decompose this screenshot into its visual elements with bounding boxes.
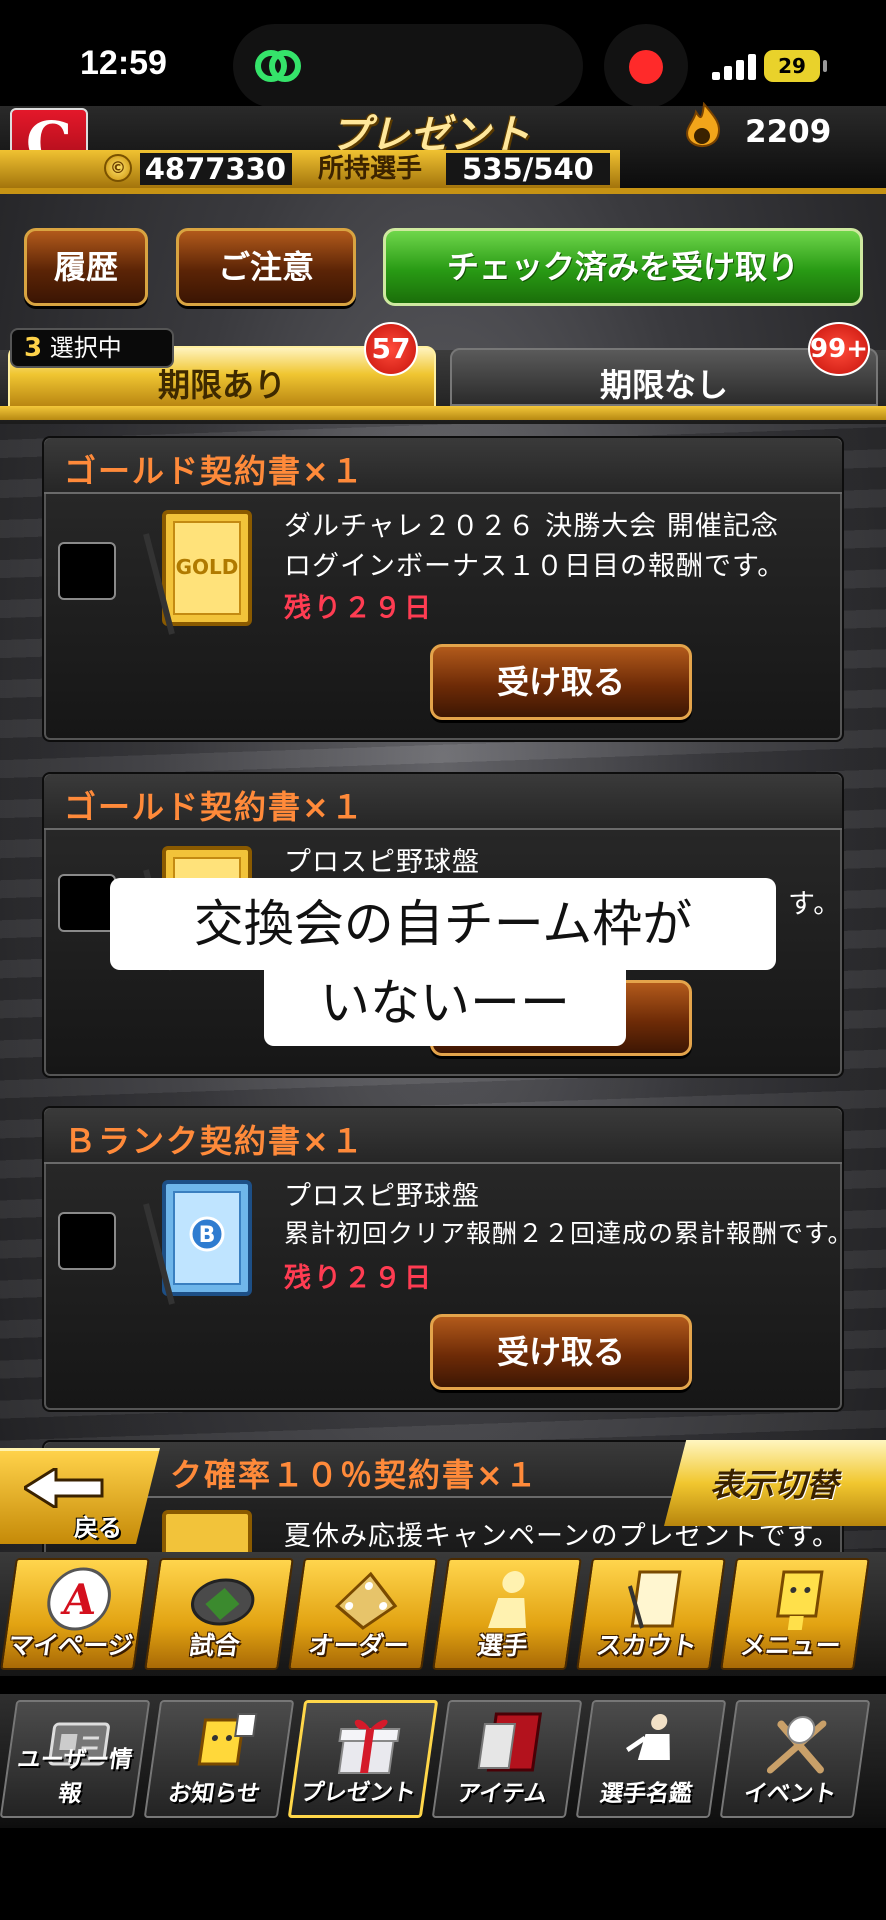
nav-items-label: アイテム — [455, 1781, 549, 1807]
back-arrow-icon — [24, 1468, 104, 1508]
present-card: ゴールド契約書×１ GOLD ダルチャレ２０２６ 決勝大会 開催記念 ログインボ… — [42, 436, 844, 742]
coin-icon: © — [104, 154, 132, 182]
nav-mypage-label: マイページ — [6, 1631, 135, 1660]
link-icon — [255, 50, 301, 82]
svg-text:GOLD: GOLD — [176, 555, 239, 579]
nav-players[interactable]: 選手 — [432, 1558, 582, 1670]
battery-icon: 29 — [764, 50, 827, 82]
pitcher-icon — [626, 1714, 670, 1760]
field-order-icon — [334, 1571, 398, 1630]
nav-event[interactable]: イベント — [719, 1700, 871, 1818]
nav-user-info-label: ユーザー情報 — [15, 1747, 134, 1807]
gift-box-icon — [337, 1719, 401, 1774]
history-button[interactable]: 履歴 — [24, 228, 148, 306]
nav-players-label: 選手 — [475, 1631, 530, 1660]
nav-present-label: プレゼント — [298, 1780, 418, 1806]
card-title: ゴールド契約書×１ — [64, 788, 365, 826]
item-checkbox[interactable] — [58, 542, 116, 600]
clock: 12:59 — [80, 44, 167, 82]
nav-present[interactable]: プレゼント — [287, 1700, 439, 1818]
item-checkbox[interactable] — [58, 874, 116, 932]
nav-player-directory-label: 選手名鑑 — [598, 1781, 694, 1807]
nav-game-label: 試合 — [187, 1631, 242, 1660]
nav-order-label: オーダー — [306, 1631, 411, 1660]
menu-mascot-icon — [776, 1570, 824, 1630]
item-remaining-days: 残り２９日 — [284, 593, 434, 624]
item-description-line1: ダルチャレ２０２６ 決勝大会 開催記念 — [284, 511, 779, 542]
card-title: ク確率１０％契約書×１ — [170, 1456, 539, 1494]
money-value: 4877330 — [140, 153, 292, 185]
notice-button[interactable]: ご注意 — [176, 228, 356, 306]
gold-contract-icon: GOLD — [143, 510, 252, 635]
nav-event-label: イベント — [742, 1781, 838, 1807]
item-checkbox[interactable] — [58, 1212, 116, 1270]
nav-mypage[interactable]: A マイページ — [0, 1558, 150, 1670]
nav-player-directory[interactable]: 選手名鑑 — [575, 1700, 727, 1818]
item-description-line2: ログインボーナス１０日目の報酬です。 — [284, 551, 786, 582]
present-screen: { "status_bar": {"time": "12:59", "batte… — [0, 0, 886, 1920]
nav-game[interactable]: 試合 — [144, 1558, 294, 1670]
item-remaining-days: 残り２９日 — [284, 1263, 434, 1294]
present-card: Ｂランク契約書×１ B プロスピ野球盤 累計初回クリア報酬２２回達成の累計報酬で… — [42, 1106, 853, 1412]
item-description-line1: プロスピ野球盤 — [284, 1181, 480, 1212]
nav-news-label: お知らせ — [166, 1781, 262, 1807]
item-description-line1: プロスピ野球盤 — [284, 847, 480, 878]
nav-scout-label: スカウト — [594, 1631, 699, 1660]
tab-underline — [0, 406, 886, 420]
signal-icon — [712, 54, 764, 80]
flame-gem-icon — [686, 102, 720, 147]
scout-card-icon — [627, 1570, 682, 1629]
bat-and-ball-icon — [766, 1716, 827, 1774]
nav-scout[interactable]: スカウト — [576, 1558, 726, 1670]
back-label: 戻る — [74, 1514, 122, 1542]
tab-with-limit-badge: 57 — [364, 322, 418, 376]
tab-no-limit-badge: 99+ — [808, 322, 870, 376]
toggle-view-button[interactable]: 表示切替 — [664, 1440, 886, 1526]
card-title-bar: Ｂランク契約書×１ — [44, 1108, 842, 1164]
card-title: Ｂランク契約書×１ — [64, 1122, 365, 1160]
caption-line1: 交換会の自チーム枠が — [110, 878, 776, 970]
selection-label: 選択中 — [49, 334, 122, 362]
nav-menu-label: メニュー — [738, 1631, 843, 1660]
stadium-icon — [191, 1578, 255, 1626]
home-indicator-area — [0, 1828, 886, 1920]
selection-count-tag: 3 選択中 — [10, 328, 174, 368]
receive-button[interactable]: 受け取る — [430, 1314, 692, 1390]
card-title: ゴールド契約書×１ — [64, 452, 365, 490]
news-mascot-icon — [197, 1713, 258, 1766]
selection-count: 3 — [24, 333, 43, 363]
b-rank-contract-icon: B — [143, 1180, 252, 1305]
receive-checked-button[interactable]: チェック済みを受け取り — [383, 228, 863, 306]
tab-no-limit-label: 期限なし — [599, 366, 728, 404]
toggle-view-label: 表示切替 — [710, 1466, 839, 1504]
item-description-line2: 累計初回クリア報酬２２回達成の累計報酬です。 — [284, 1219, 854, 1248]
svg-text:B: B — [199, 1223, 216, 1248]
nav-menu[interactable]: メニュー — [720, 1558, 870, 1670]
item-description-line2: す。 — [788, 889, 842, 920]
players-count: 535/540 — [446, 153, 610, 185]
card-title-bar: ゴールド契約書×１ — [44, 438, 842, 494]
record-icon — [629, 50, 663, 84]
item-book-icon — [477, 1712, 543, 1772]
header-divider — [0, 188, 886, 194]
nav-items[interactable]: アイテム — [431, 1700, 583, 1818]
nav-order[interactable]: オーダー — [288, 1558, 438, 1670]
receive-button[interactable]: 受け取る — [430, 644, 692, 720]
caption-line2: いないーー — [264, 960, 626, 1046]
player-icon — [488, 1571, 527, 1628]
card-title-bar: ゴールド契約書×１ — [44, 774, 842, 830]
nav-separator — [0, 1676, 886, 1694]
mypage-a-icon: A — [47, 1567, 111, 1631]
players-label: 所持選手 — [318, 154, 423, 184]
gem-count: 2209 — [745, 114, 832, 150]
nav-user-info[interactable]: ユーザー情報 — [0, 1700, 151, 1818]
nav-news[interactable]: お知らせ — [143, 1700, 295, 1818]
